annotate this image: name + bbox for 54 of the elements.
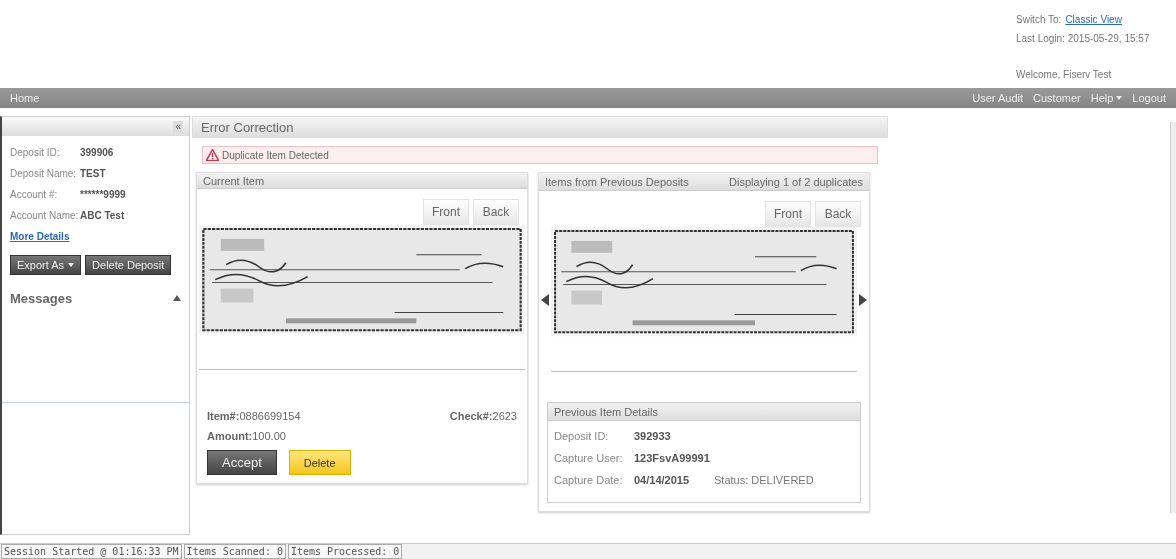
warning-icon xyxy=(206,149,219,161)
delete-button[interactable]: Delete xyxy=(288,450,351,475)
classic-view-link[interactable]: Classic View xyxy=(1065,14,1122,33)
nav-link[interactable]: Customer xyxy=(1033,92,1081,104)
duplicates-count: Displaying 1 of 2 duplicates xyxy=(729,175,863,188)
field-value: 399906 xyxy=(80,147,115,158)
field-label: Capture User: xyxy=(554,452,624,464)
panel-heading: Previous Item Details xyxy=(554,405,658,418)
caret-icon xyxy=(68,263,75,267)
delete-deposit-button[interactable]: Delete Deposit xyxy=(85,255,172,275)
accept-button[interactable]: Accept xyxy=(207,450,277,475)
messages-title: Messages xyxy=(10,291,73,308)
view-tab[interactable]: Front xyxy=(423,199,469,225)
more-details-link[interactable]: More Details xyxy=(10,231,80,242)
status-text: Status: DELIVERED xyxy=(714,474,815,486)
collapse-icon[interactable] xyxy=(173,295,181,301)
caret-icon xyxy=(1116,96,1123,100)
switch-label: Switch To: xyxy=(1016,14,1062,27)
nav-link[interactable]: Help xyxy=(1090,92,1123,104)
check-number: Check#:2623 xyxy=(449,410,517,422)
panel-heading: Items from Previous Deposits xyxy=(545,175,689,188)
status-field: Items Scanned: 0 xyxy=(183,544,286,559)
nav-link[interactable]: Home xyxy=(10,92,40,104)
amount-text: Amount:100.00 xyxy=(207,430,286,442)
nav-link[interactable]: Logout xyxy=(1132,92,1166,104)
view-tab[interactable]: Back xyxy=(473,199,519,225)
field-label: Capture Date: xyxy=(554,474,624,486)
scrollbar[interactable] xyxy=(1170,122,1176,513)
nav-link[interactable]: User Audit xyxy=(972,92,1024,104)
alert-text: Duplicate Item Detected xyxy=(222,149,329,161)
field-label: Account #: xyxy=(10,189,59,200)
field-label: Account Name: xyxy=(10,210,80,221)
welcome-text: Welcome, Fiserv Test xyxy=(1016,69,1112,82)
field-value: 04/14/2015 xyxy=(634,474,691,486)
export-button[interactable]: Export As xyxy=(10,255,82,275)
field-value: 123FsvA99991 xyxy=(634,452,711,464)
status-field: Items Processed: 0 xyxy=(287,544,403,559)
last-login-text: Last Login: 2015-05-29, 15:57 xyxy=(1016,33,1150,46)
field-label: Deposit ID: xyxy=(10,147,61,158)
field-value: ******9999 xyxy=(80,189,127,200)
panel-heading: Current Item xyxy=(203,174,265,187)
field-value: TEST xyxy=(80,168,107,179)
field-label: Deposit Name: xyxy=(10,168,78,179)
field-value: 392933 xyxy=(634,430,672,442)
collapse-button[interactable]: « xyxy=(173,120,183,133)
field-label: Deposit ID: xyxy=(554,430,610,442)
item-number: Item#:0886699154 xyxy=(207,410,301,422)
previous-arrow-icon[interactable] xyxy=(541,293,549,306)
view-tab[interactable]: Front xyxy=(765,201,811,227)
status-field: Session Started @ 01:16:33 PM xyxy=(1,544,182,559)
field-value: ABC Test xyxy=(80,210,126,221)
panel-title: Error Correction xyxy=(192,116,888,138)
next-arrow-icon[interactable] xyxy=(859,293,867,306)
view-tab[interactable]: Back xyxy=(815,201,861,227)
